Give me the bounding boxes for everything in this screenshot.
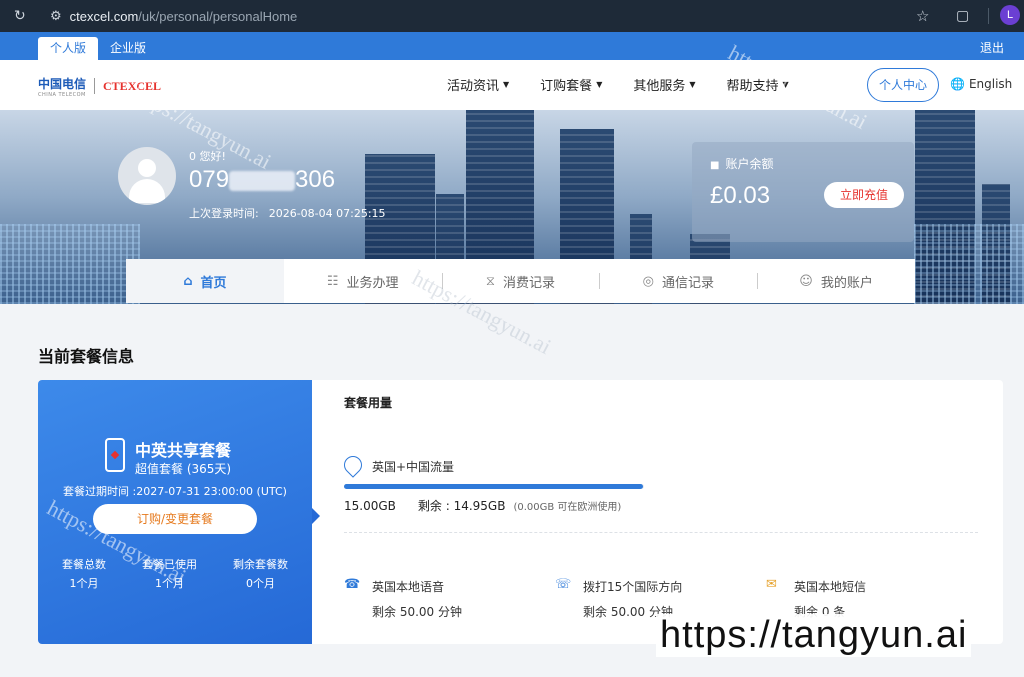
brand-logo[interactable]: 中国电信 CHINA TELECOM CTEXCEL bbox=[38, 75, 162, 98]
plan-card: 中英共享套餐 超值套餐 (365天) 套餐过期时间 :2027-07-31 23… bbox=[38, 380, 1003, 644]
banner-lights bbox=[0, 224, 140, 304]
mobile-phone-icon bbox=[105, 438, 125, 472]
document-icon: ☷ bbox=[326, 273, 339, 289]
location-pin-icon bbox=[340, 452, 366, 478]
tab-home[interactable]: ⌂ 首页 bbox=[126, 259, 284, 303]
usage-divider bbox=[344, 532, 978, 533]
user-avatar[interactable] bbox=[118, 147, 176, 205]
url-host: ctexcel.com bbox=[69, 8, 139, 24]
plan-expiry: 套餐过期时间 :2027-07-31 23:00:00 (UTC) bbox=[63, 485, 287, 498]
phone-number: 079 306 bbox=[189, 166, 336, 193]
toolbar-divider bbox=[988, 8, 989, 24]
caret-down-icon: ▼ bbox=[596, 80, 603, 89]
tab-consumption[interactable]: ⧖ 消费记录 bbox=[441, 259, 600, 303]
extensions-icon[interactable]: ▢ bbox=[956, 8, 969, 24]
account-tabs: ⌂ 首页 ☷ 业务办理 ⧖ 消费记录 ◎ 通信记录 ☺ 我的账户 bbox=[126, 259, 915, 303]
watermark-large: https://tangyun.ai bbox=[656, 614, 972, 657]
redacted-digits bbox=[229, 170, 296, 191]
data-usage-label: 英国+中国流量 bbox=[372, 460, 455, 474]
personal-center-button[interactable]: 个人中心 bbox=[867, 68, 939, 102]
data-total: 15.00GB bbox=[344, 499, 396, 513]
nav-help[interactable]: 帮助支持 ▼ bbox=[727, 75, 789, 94]
data-remaining: 剩余 : 14.95GB bbox=[417, 499, 506, 513]
tab-my-account[interactable]: ☺ 我的账户 bbox=[757, 259, 915, 303]
phone-icon: ☎ bbox=[344, 577, 361, 592]
home-icon: ⌂ bbox=[183, 273, 193, 289]
tab-communication[interactable]: ◎ 通信记录 bbox=[599, 259, 757, 303]
nav-other-services[interactable]: 其他服务 ▼ bbox=[633, 75, 695, 94]
logout-link[interactable]: 退出 bbox=[980, 39, 1004, 56]
banner-lights bbox=[914, 224, 1024, 304]
plan-subtitle: 超值套餐 (365天) bbox=[135, 462, 232, 476]
order-change-plan-button[interactable]: 订购/变更套餐 bbox=[93, 504, 257, 534]
user-icon: ☺ bbox=[799, 273, 813, 289]
language-switch[interactable]: 🌐 English bbox=[950, 77, 1012, 91]
balance-panel: ■ 账户余额 £0.03 立即充值 bbox=[692, 142, 914, 242]
nav-order-plan[interactable]: 订购套餐 ▼ bbox=[540, 75, 602, 94]
bookmark-star-icon[interactable]: ☆ bbox=[916, 7, 929, 25]
balance-amount: £0.03 bbox=[710, 182, 771, 209]
data-progress-bar bbox=[344, 484, 644, 489]
plan-stats: 套餐总数 1个月 套餐已使用 1个月 剩余套餐数 0个月 bbox=[62, 556, 288, 591]
wallet-icon: ■ bbox=[710, 160, 720, 171]
site-header: 中国电信 CHINA TELECOM CTEXCEL 活动资讯 ▼ 订购套餐 ▼ 其他… bbox=[0, 60, 1024, 110]
site-info-icon[interactable]: ⚙ bbox=[50, 9, 62, 24]
nav-news[interactable]: 活动资讯 ▼ bbox=[447, 75, 509, 94]
plan-summary: 中英共享套餐 超值套餐 (365天) 套餐过期时间 :2027-07-31 23… bbox=[38, 380, 320, 644]
tab-personal[interactable]: 个人版 bbox=[38, 37, 99, 60]
tab-enterprise[interactable]: 企业版 bbox=[98, 37, 158, 60]
signal-icon: ◎ bbox=[642, 273, 654, 289]
last-login: 上次登录时间: 2026-08-04 07:25:15 bbox=[189, 207, 386, 220]
data-europe-note: (0.00GB 可在欧洲使用) bbox=[513, 502, 622, 513]
reload-icon[interactable]: ↻ bbox=[14, 8, 34, 24]
logo-ctexcel: CTEXCEL bbox=[103, 78, 162, 93]
balance-label: ■ 账户余额 bbox=[710, 157, 774, 171]
data-progress-fill bbox=[344, 484, 644, 489]
data-usage-values: 15.00GB 剩余 : 14.95GB (0.00GB 可在欧洲使用) bbox=[344, 497, 621, 514]
mail-icon: ✉ bbox=[766, 577, 777, 592]
main-nav: 活动资讯 ▼ 订购套餐 ▼ 其他服务 ▼ 帮助支持 ▼ bbox=[447, 75, 820, 94]
address-bar[interactable]: ctexcel.com/uk/personal/personalHome bbox=[70, 9, 298, 24]
greeting-text: 0 您好! bbox=[189, 150, 226, 163]
section-title: 当前套餐信息 bbox=[38, 347, 135, 366]
caret-down-icon: ▼ bbox=[689, 80, 696, 89]
caret-down-icon: ▼ bbox=[782, 80, 789, 89]
stat-remaining: 剩余套餐数 0个月 bbox=[233, 558, 288, 590]
stat-used: 套餐已使用 1个月 bbox=[142, 558, 197, 590]
logo-divider bbox=[94, 78, 96, 94]
stat-total: 套餐总数 1个月 bbox=[62, 558, 106, 590]
caret-down-icon: ▼ bbox=[503, 80, 510, 89]
version-strip: 个人版 企业版 退出 bbox=[0, 32, 1024, 60]
logo-china-telecom: 中国电信 CHINA TELECOM bbox=[38, 76, 87, 98]
tab-business[interactable]: ☷ 业务办理 bbox=[284, 259, 442, 303]
receipt-icon: ⧖ bbox=[485, 273, 496, 289]
profile-avatar[interactable]: L bbox=[1000, 5, 1020, 25]
browser-toolbar: ↻ ⚙ ctexcel.com/uk/personal/personalHome… bbox=[0, 0, 1024, 32]
globe-icon: 🌐 bbox=[950, 77, 965, 91]
plan-name: 中英共享套餐 bbox=[135, 441, 232, 460]
recharge-button[interactable]: 立即充值 bbox=[824, 182, 904, 208]
url-path: /uk/personal/personalHome bbox=[138, 8, 298, 24]
usage-title: 套餐用量 bbox=[344, 396, 393, 410]
international-call-icon: ☏ bbox=[555, 577, 572, 592]
